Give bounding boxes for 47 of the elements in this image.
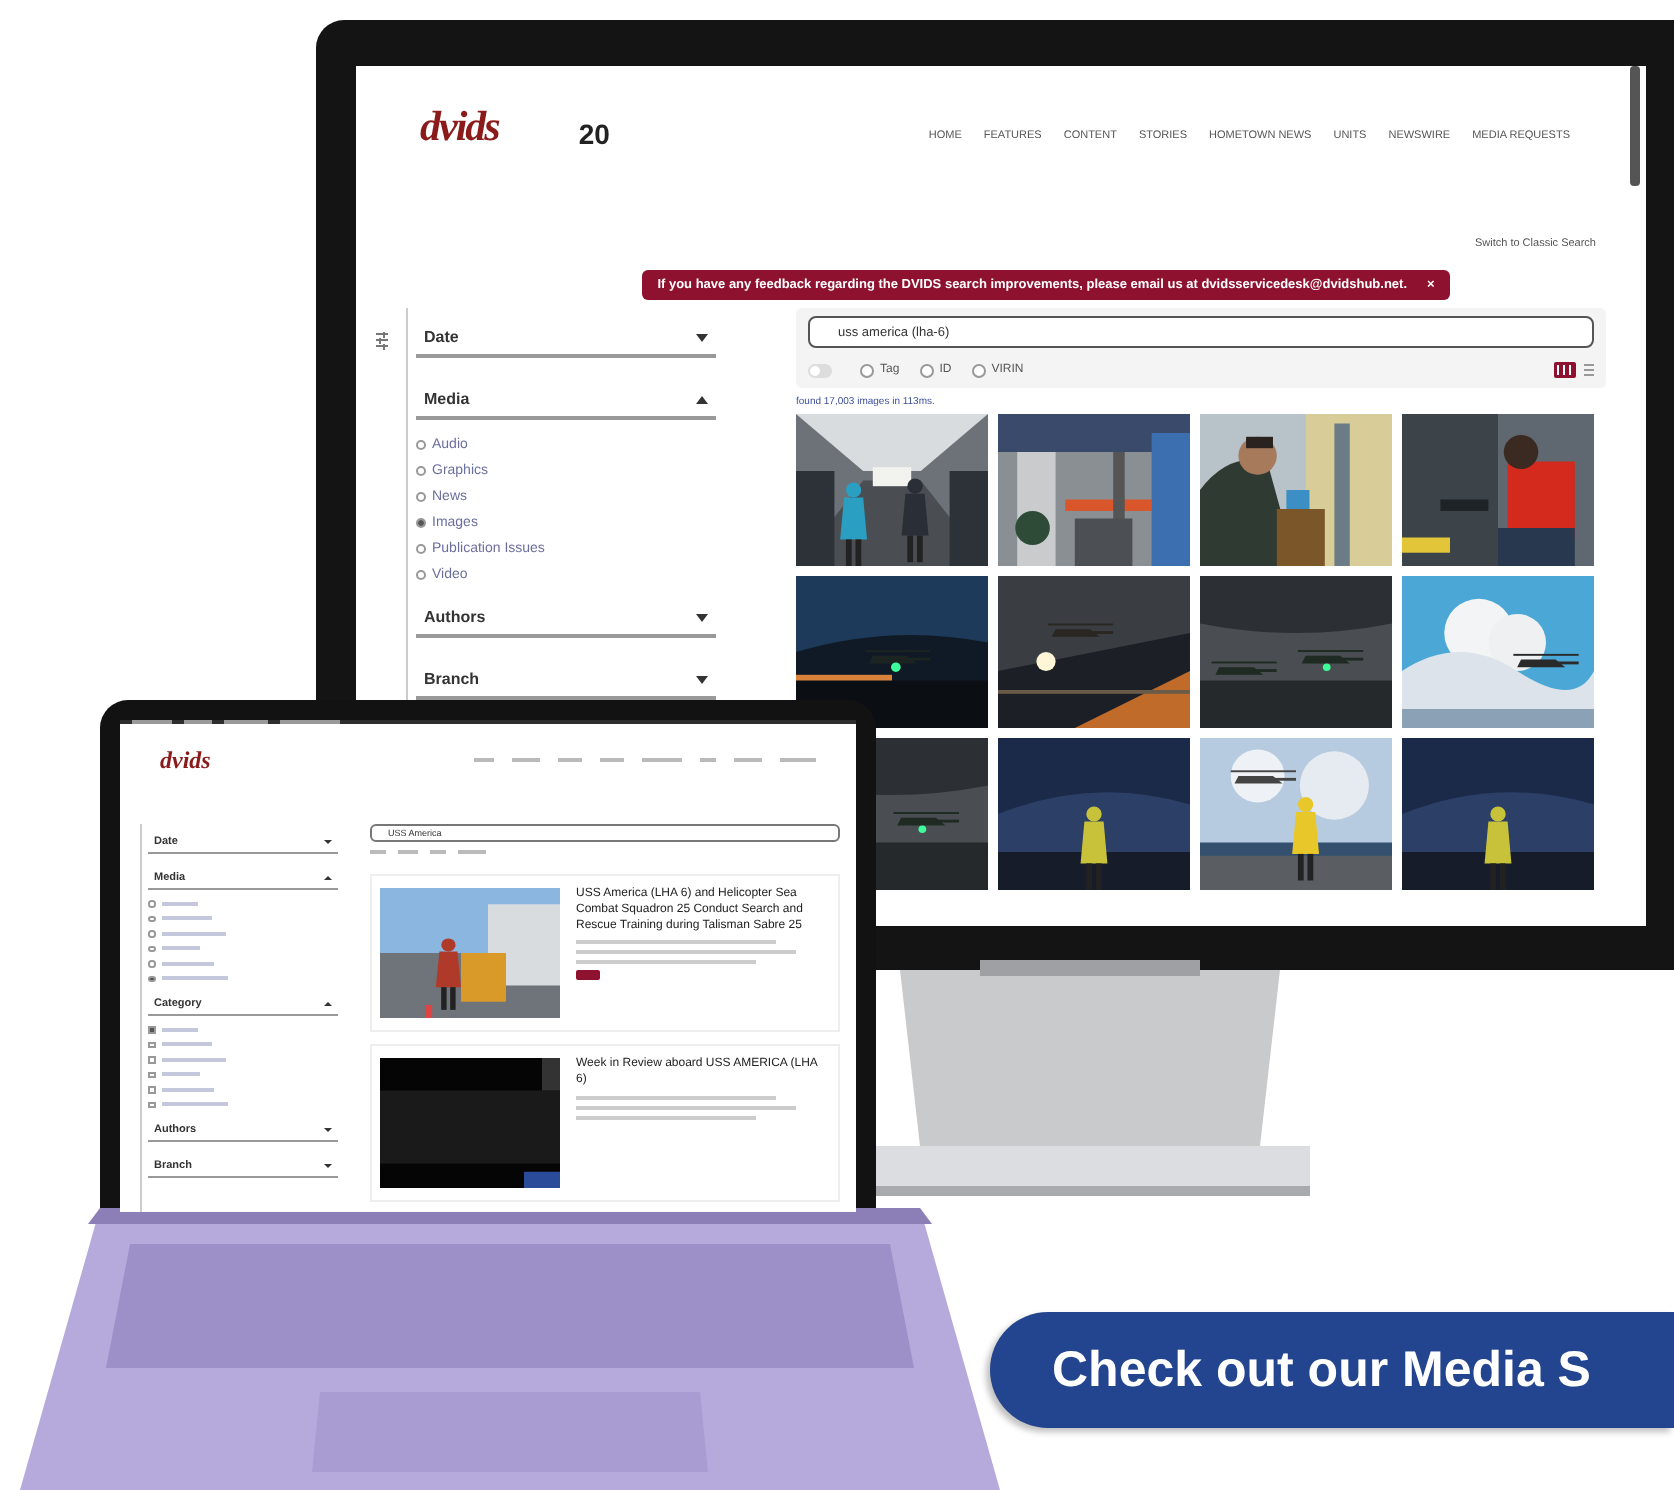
anniversary-label: 20 bbox=[578, 120, 610, 148]
checkbox[interactable] bbox=[148, 1056, 155, 1063]
list-view-icon[interactable] bbox=[1584, 364, 1594, 376]
filter-title: Branch bbox=[424, 670, 480, 688]
filter-header[interactable]: Media bbox=[416, 370, 716, 420]
media-button[interactable]: Check out our Media S bbox=[990, 1312, 1674, 1428]
scrollbar[interactable] bbox=[1630, 66, 1640, 186]
filter-toggle-icon[interactable] bbox=[373, 332, 389, 350]
caret-icon[interactable] bbox=[324, 1002, 332, 1006]
caret-icon[interactable] bbox=[696, 613, 708, 621]
radio-button[interactable] bbox=[416, 440, 426, 450]
radio-button[interactable] bbox=[416, 570, 426, 580]
filter-header[interactable]: Date bbox=[416, 308, 716, 358]
radio-button[interactable] bbox=[416, 492, 426, 502]
download-button[interactable] bbox=[576, 970, 600, 981]
grid-view-icon[interactable] bbox=[1554, 362, 1576, 378]
caret-icon[interactable] bbox=[324, 1164, 332, 1168]
radio-button[interactable] bbox=[148, 915, 155, 922]
radio-button[interactable] bbox=[148, 900, 155, 907]
filter-title: Date bbox=[424, 328, 459, 346]
checkbox[interactable] bbox=[148, 1041, 155, 1048]
checkbox[interactable] bbox=[148, 1086, 155, 1093]
radio-button[interactable] bbox=[148, 960, 155, 967]
radio-button[interactable] bbox=[148, 945, 155, 952]
logo[interactable]: dvids bbox=[160, 748, 211, 772]
radio-button[interactable] bbox=[919, 363, 934, 377]
checkbox[interactable] bbox=[148, 1026, 155, 1033]
radio-button[interactable] bbox=[416, 466, 426, 476]
filter-header[interactable]: Authors bbox=[416, 588, 716, 638]
caret-icon[interactable] bbox=[324, 1128, 332, 1132]
radio-button[interactable] bbox=[148, 975, 155, 982]
caret-icon[interactable] bbox=[696, 395, 708, 403]
caret-icon[interactable] bbox=[696, 675, 708, 683]
toggle-switch[interactable] bbox=[808, 363, 832, 377]
radio-button[interactable] bbox=[148, 930, 155, 937]
radio-button[interactable] bbox=[416, 518, 426, 528]
caret-icon[interactable] bbox=[324, 876, 332, 880]
radio-button[interactable] bbox=[860, 363, 874, 377]
checkbox[interactable] bbox=[148, 1101, 155, 1108]
caret-icon[interactable] bbox=[324, 840, 332, 844]
filter-title: Media bbox=[424, 390, 470, 408]
checkbox[interactable] bbox=[148, 1071, 155, 1078]
radio-button[interactable] bbox=[971, 363, 986, 377]
caret-icon[interactable] bbox=[696, 333, 708, 341]
radio-button[interactable] bbox=[416, 544, 426, 554]
logo[interactable]: dvids bbox=[420, 106, 499, 148]
filter-title: Authors bbox=[424, 608, 486, 626]
